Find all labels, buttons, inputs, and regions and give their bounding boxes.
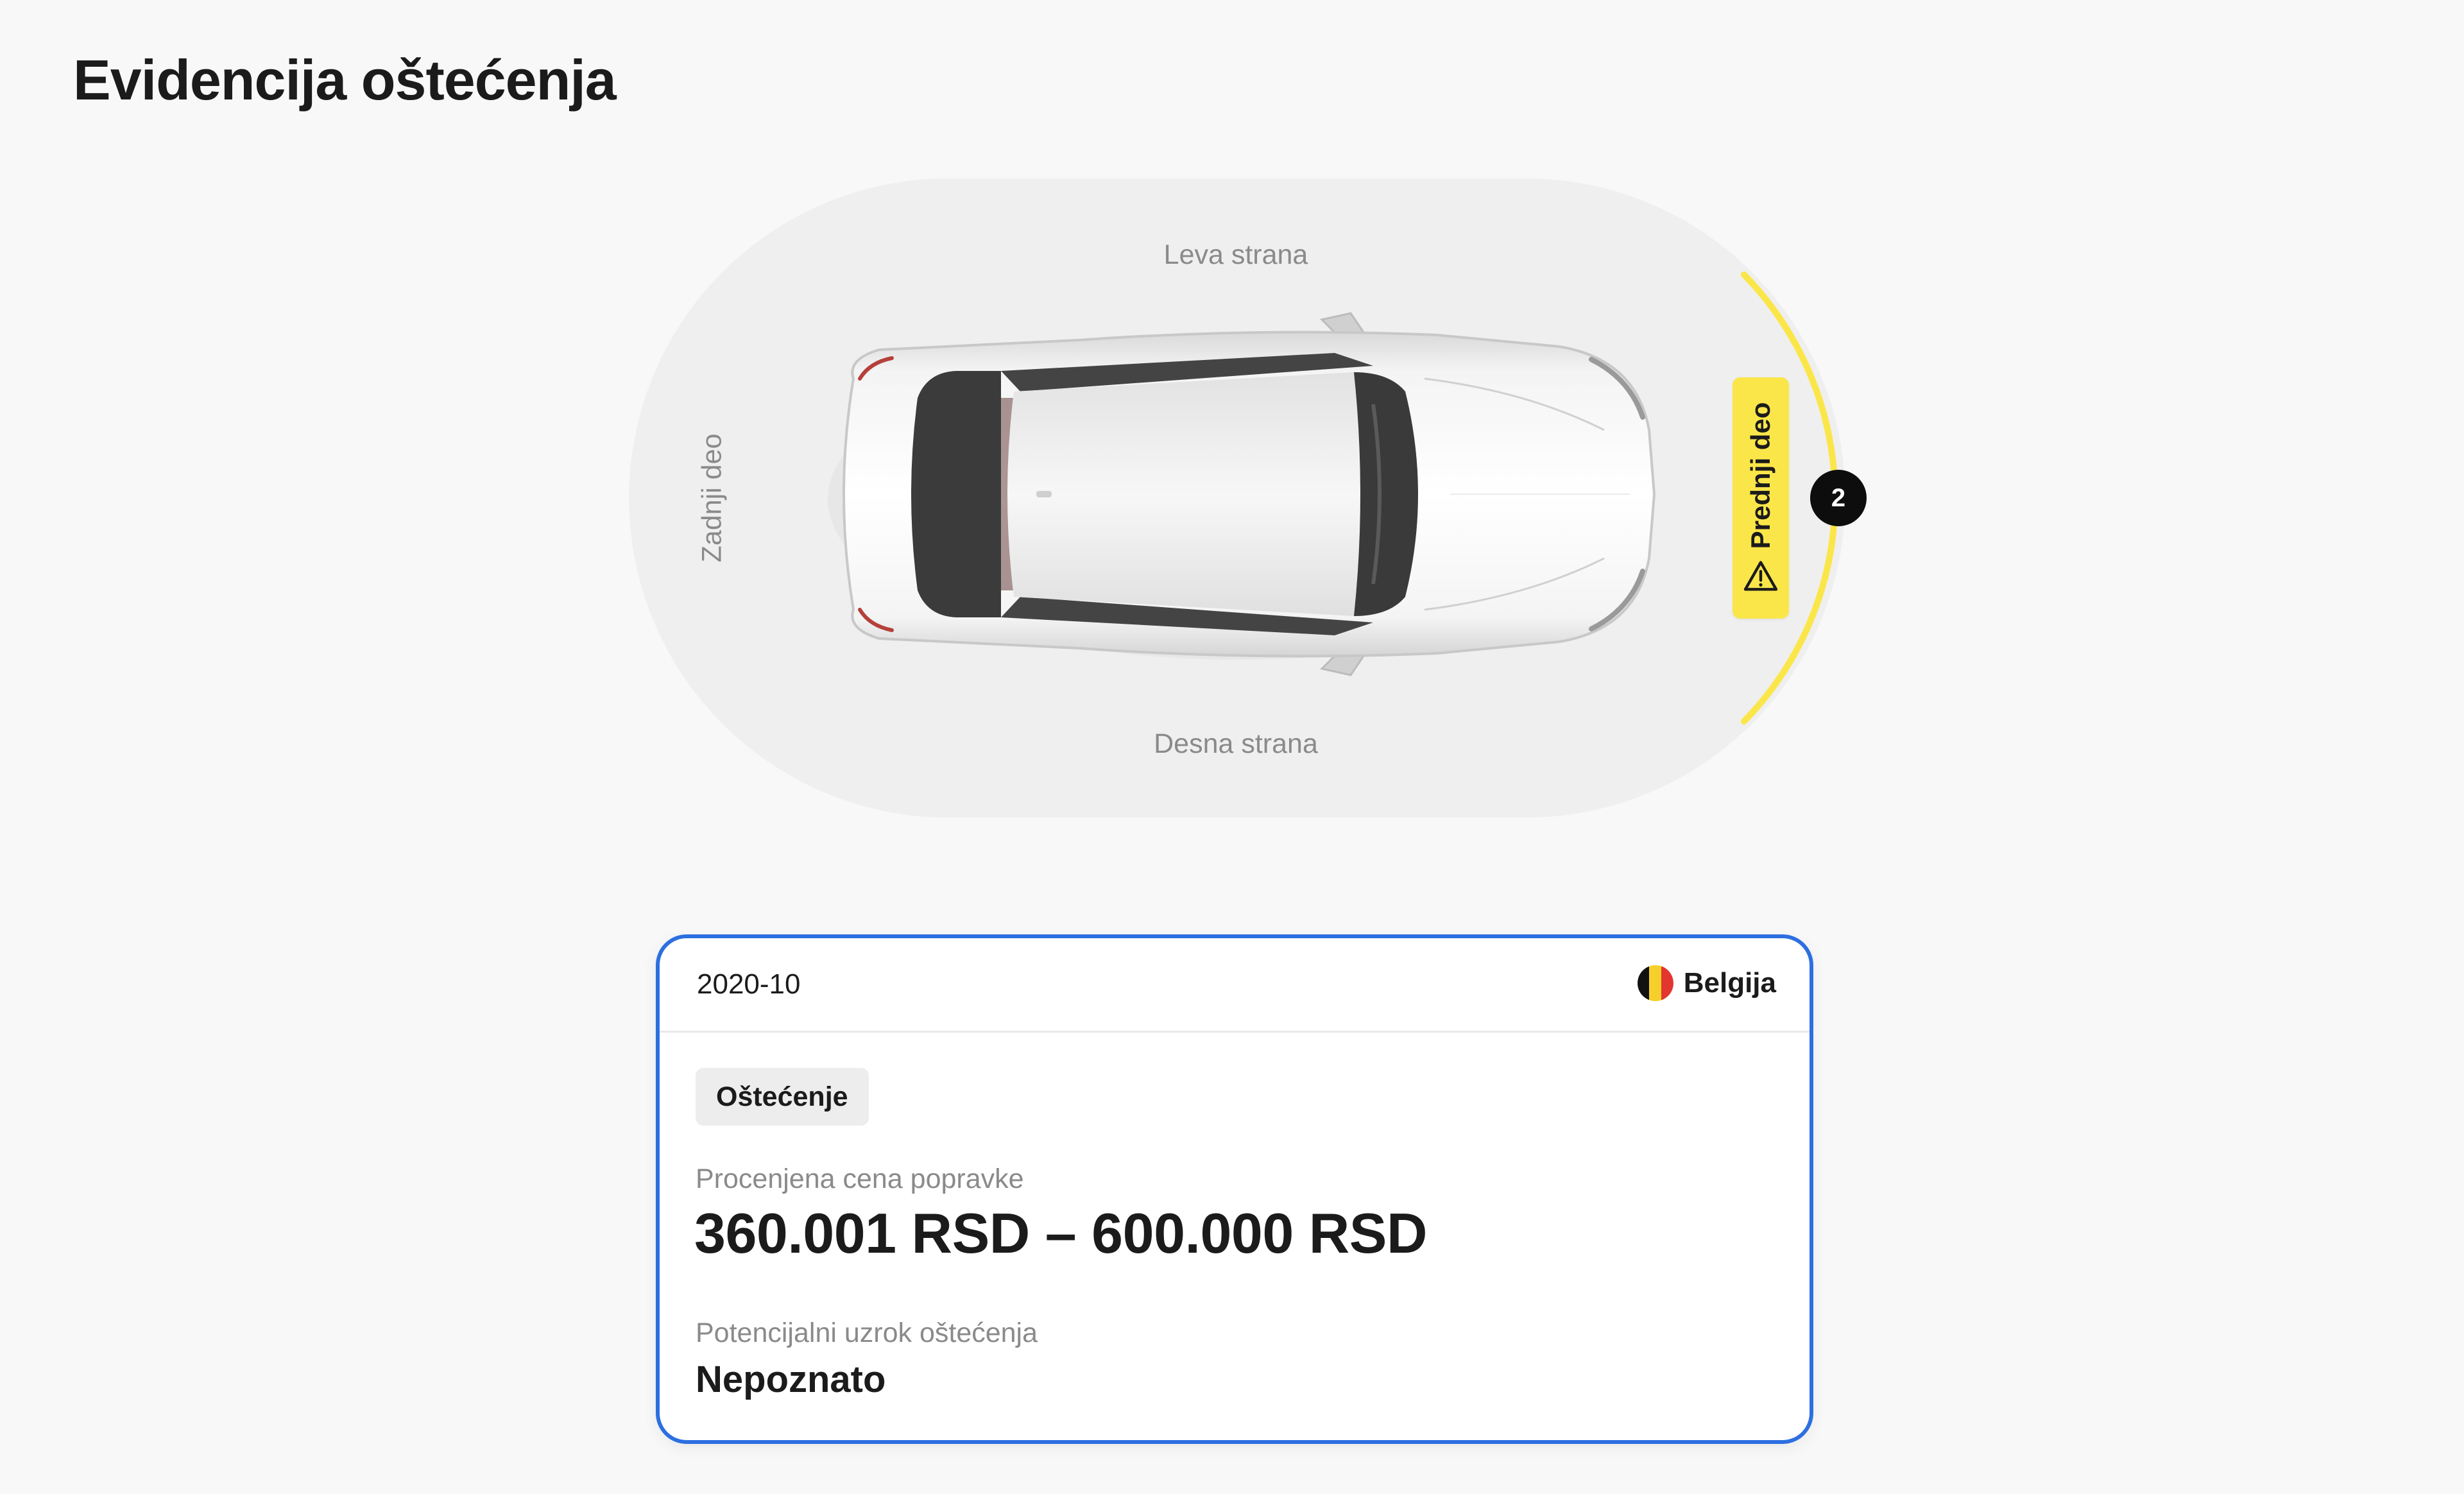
card-header: 2020-10 Belgija (660, 938, 1810, 1033)
front-zone-label: Prednji deo (1745, 402, 1775, 549)
flag-stripe-red (1661, 965, 1673, 1001)
repair-cost-value: 360.001 RSD – 600.000 RSD (694, 1201, 1428, 1265)
side-label-rear[interactable]: Zadnji deo (697, 434, 728, 563)
warning-triangle-icon (1743, 561, 1778, 591)
damage-type-tag: Oštećenje (696, 1068, 869, 1126)
repair-cost-label: Procenjena cena popravke (696, 1163, 1024, 1194)
damage-date: 2020-10 (697, 968, 801, 1000)
damage-records-page: Evidencija oštećenja Leva strana Desna s… (0, 0, 2464, 1494)
vehicle-damage-diagram: Leva strana Desna strana Zadnji deo Pred… (0, 0, 2464, 898)
flag-stripe-black (1637, 965, 1650, 1001)
damage-cause-label: Potencijalni uzrok oštećenja (696, 1318, 1038, 1348)
belgium-flag-icon (1637, 965, 1673, 1001)
damage-cause-value: Nepoznato (696, 1359, 886, 1400)
front-zone-badge[interactable]: Prednji deo (1733, 377, 1789, 619)
side-label-left: Leva strana (1163, 239, 1308, 270)
side-label-right: Desna strana (1154, 728, 1318, 759)
country-info: Belgija (1637, 965, 1776, 1001)
damage-count-badge: 2 (1810, 470, 1867, 526)
front-zone-badge-content: Prednji deo (1743, 402, 1778, 594)
car-illustration (828, 312, 1656, 676)
country-name: Belgija (1683, 967, 1776, 999)
car-top-view-image (809, 302, 1668, 687)
damage-card[interactable]: 2020-10 Belgija Oštećenje Procenjena cen… (656, 934, 1813, 1444)
flag-stripe-yellow (1649, 965, 1662, 1001)
